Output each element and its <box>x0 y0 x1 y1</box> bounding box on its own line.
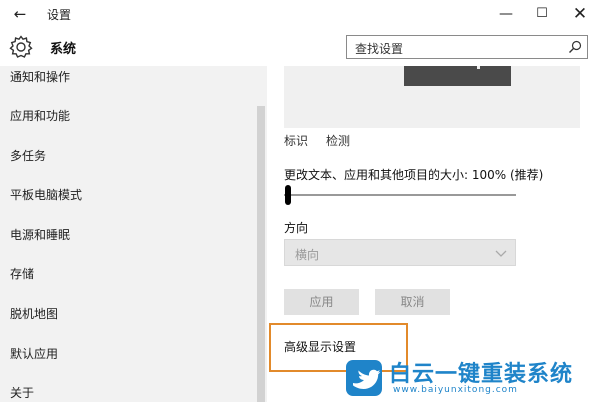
maximize-button[interactable]: ☐ <box>524 0 560 28</box>
watermark-title: 白云一键重装系统 <box>389 362 574 387</box>
back-arrow-icon[interactable]: ← <box>8 4 32 24</box>
scale-label: 更改文本、应用和其他项目的大小: 100% (推荐) <box>284 168 544 182</box>
minimize-button[interactable]: — <box>488 0 524 28</box>
apply-button[interactable]: 应用 <box>284 289 359 315</box>
identify-link[interactable]: 标识 <box>284 132 308 149</box>
sidebar-item-offline-maps[interactable]: 脱机地图 <box>10 305 58 322</box>
search-input[interactable]: 查找设置 <box>346 35 588 59</box>
sidebar-item-storage[interactable]: 存储 <box>10 265 34 282</box>
monitor-icon[interactable] <box>404 66 511 86</box>
sidebar-item-about[interactable]: 关于 <box>10 384 34 401</box>
bird-logo-icon <box>346 360 382 396</box>
header: 系统 查找设置 <box>0 28 600 66</box>
sidebar-item-apps-features[interactable]: 应用和功能 <box>10 107 70 124</box>
sidebar-scrollbar-thumb[interactable] <box>257 106 265 402</box>
window-title: 设置 <box>47 8 72 22</box>
chevron-down-icon <box>495 250 507 257</box>
watermark-url: www.baiyunxitong.com <box>393 385 518 395</box>
sidebar-item-power-sleep[interactable]: 电源和睡眠 <box>10 226 70 243</box>
orientation-value: 横向 <box>295 248 320 262</box>
sidebar-item-notifications[interactable]: 通知和操作 <box>10 68 70 85</box>
watermark: 白云一键重装系统 www.baiyunxitong.com <box>345 358 595 398</box>
sidebar-item-tablet-mode[interactable]: 平板电脑模式 <box>10 186 82 203</box>
main-content: 标识 检测 更改文本、应用和其他项目的大小: 100% (推荐) 方向 横向 应… <box>267 66 600 402</box>
search-placeholder: 查找设置 <box>355 42 404 56</box>
page-title: 系统 <box>50 42 77 57</box>
scale-slider-thumb[interactable] <box>285 185 291 205</box>
sidebar: 通知和操作 应用和功能 多任务 平板电脑模式 电源和睡眠 存储 脱机地图 默认应… <box>0 66 267 402</box>
orientation-select[interactable]: 横向 <box>284 239 516 266</box>
cancel-button[interactable]: 取消 <box>375 289 450 315</box>
detect-link[interactable]: 检测 <box>326 132 350 149</box>
main-scrollbar[interactable] <box>587 66 600 402</box>
search-icon[interactable] <box>568 40 582 54</box>
monitor-marker <box>477 66 480 69</box>
title-bar: ← 设置 — ☐ ✕ <box>0 0 600 28</box>
gear-icon <box>9 35 33 58</box>
scale-slider-track[interactable] <box>284 194 516 196</box>
close-button[interactable]: ✕ <box>562 0 598 28</box>
advanced-display-settings-link[interactable]: 高级显示设置 <box>284 338 356 355</box>
sidebar-item-default-apps[interactable]: 默认应用 <box>10 345 58 362</box>
orientation-label: 方向 <box>284 221 309 235</box>
display-preview <box>284 66 580 128</box>
sidebar-item-multitasking[interactable]: 多任务 <box>10 147 46 164</box>
